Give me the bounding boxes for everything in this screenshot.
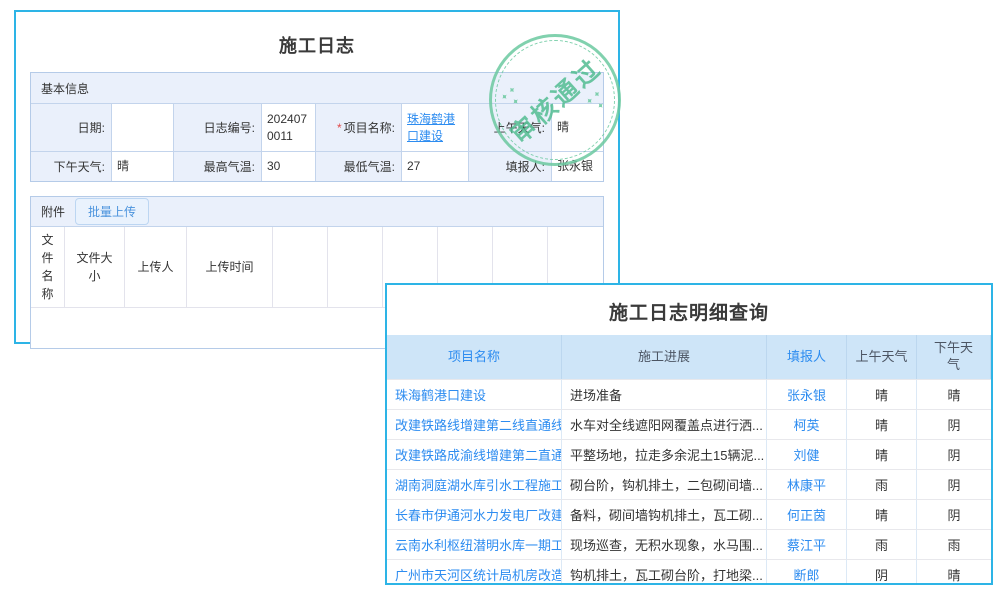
pm-weather-value: 阴 [917,409,991,439]
log-number-field: 2024070011 [261,103,315,151]
progress-text: 钩机排土，瓦工砌台阶，打地梁... [562,559,767,585]
attachment-column-header: 上传时间 [187,227,273,307]
batch-upload-button[interactable]: 批量上传 [75,198,149,225]
reporter-link[interactable]: 断郎 [767,559,847,585]
table-row: 改建铁路成渝线增建第二直通线平整场地，拉走多余泥土15辆泥...刘健晴阴 [387,439,991,469]
attachment-column-header-empty [273,227,328,307]
project-link[interactable]: 改建铁路成渝线增建第二直通线 [387,439,562,469]
pm-weather-field: 晴 [111,151,173,181]
am-weather-value: 雨 [847,469,917,499]
project-link[interactable]: 长春市伊通河水力发电厂改建工程 [387,499,562,529]
pm-weather-value: 阴 [917,499,991,529]
detail-query-title: 施工日志明细查询 [387,298,991,325]
project-link[interactable]: 云南水利枢纽潜明水库一期工程 [387,529,562,559]
min-temp-field: 27 [401,151,468,181]
required-asterisk: * [337,121,342,135]
progress-text: 现场巡查，无积水现象，水马围... [562,529,767,559]
min-temp-label: 最低气温: [315,151,401,181]
am-weather-value: 晴 [847,439,917,469]
reporter-label: 填报人: [468,151,551,181]
am-weather-label: 上午天气: [468,103,551,151]
pm-weather-value: 晴 [917,379,991,409]
basic-info-section-title: 基本信息 [31,73,603,103]
column-header: 上午天气 [847,335,917,379]
table-row: 云南水利枢纽潜明水库一期工程现场巡查，无积水现象，水马围...蔡江平雨雨 [387,529,991,559]
detail-query-panel: 施工日志明细查询 项目名称施工进展填报人上午天气下午天气 珠海鹤港口建设进场准备… [385,283,993,585]
table-row: 湖南洞庭湖水库引水工程施工项目砌台阶，钩机排土，二包砌间墙...林康平雨阴 [387,469,991,499]
am-weather-value: 晴 [847,409,917,439]
progress-text: 备料，砌间墙钩机排土，瓦工砌... [562,499,767,529]
attachment-label: 附件 [41,203,65,220]
detail-table-header: 项目名称施工进展填报人上午天气下午天气 [387,335,991,379]
progress-text: 砌台阶，钩机排土，二包砌间墙... [562,469,767,499]
pm-weather-label: 下午天气: [31,151,111,181]
reporter-link[interactable]: 刘健 [767,439,847,469]
am-weather-value: 阴 [847,559,917,585]
table-row: 改建铁路线增建第二线直通线水车对全线遮阳网覆盖点进行洒...柯英晴阴 [387,409,991,439]
reporter-link[interactable]: 蔡江平 [767,529,847,559]
project-name-label: *项目名称: [315,103,401,151]
pm-weather-value: 阴 [917,469,991,499]
project-link[interactable]: 湖南洞庭湖水库引水工程施工项目 [387,469,562,499]
max-temp-label: 最高气温: [173,151,261,181]
date-field[interactable] [111,103,173,151]
column-header: 施工进展 [562,335,767,379]
am-weather-value: 晴 [847,499,917,529]
progress-text: 平整场地，拉走多余泥土15辆泥... [562,439,767,469]
log-number-label: 日志编号: [173,103,261,151]
attachment-column-header-empty [328,227,383,307]
project-link[interactable]: 改建铁路线增建第二线直通线 [387,409,562,439]
project-name-link[interactable]: 珠海鹤港口建设 [407,111,463,143]
project-link[interactable]: 珠海鹤港口建设 [387,379,562,409]
reporter-link[interactable]: 林康平 [767,469,847,499]
attachment-column-header: 文件名称 [31,227,65,307]
date-label: 日期: [31,103,111,151]
pm-weather-value: 雨 [917,529,991,559]
pm-weather-value: 阴 [917,439,991,469]
column-header: 项目名称 [387,335,562,379]
reporter-link[interactable]: 张永银 [767,379,847,409]
basic-info-table: 基本信息 日期: 日志编号: 2024070011 *项目名称: 珠海鹤港口建设… [30,72,604,182]
column-header: 下午天气 [917,335,991,379]
detail-table-body: 珠海鹤港口建设进场准备张永银晴晴改建铁路线增建第二线直通线水车对全线遮阳网覆盖点… [387,379,991,585]
pm-weather-value: 晴 [917,559,991,585]
attachment-column-header: 上传人 [125,227,187,307]
progress-text: 水车对全线遮阳网覆盖点进行洒... [562,409,767,439]
project-link[interactable]: 广州市天河区统计局机房改造项目 [387,559,562,585]
reporter-link[interactable]: 柯英 [767,409,847,439]
reporter-link[interactable]: 何正茵 [767,499,847,529]
attachment-header-bar: 附件 批量上传 [31,197,603,227]
table-row: 广州市天河区统计局机房改造项目钩机排土，瓦工砌台阶，打地梁...断郎阴晴 [387,559,991,585]
reporter-field: 张永银 [551,151,603,181]
table-row: 珠海鹤港口建设进场准备张永银晴晴 [387,379,991,409]
column-header: 填报人 [767,335,847,379]
attachment-column-header: 文件大小 [65,227,125,307]
table-row: 长春市伊通河水力发电厂改建工程备料，砌间墙钩机排土，瓦工砌...何正茵晴阴 [387,499,991,529]
am-weather-value: 雨 [847,529,917,559]
max-temp-field: 30 [261,151,315,181]
project-name-cell: 珠海鹤港口建设 [401,103,468,151]
page-title: 施工日志 [16,32,618,58]
progress-text: 进场准备 [562,379,767,409]
am-weather-value: 晴 [847,379,917,409]
am-weather-field: 晴 [551,103,603,151]
